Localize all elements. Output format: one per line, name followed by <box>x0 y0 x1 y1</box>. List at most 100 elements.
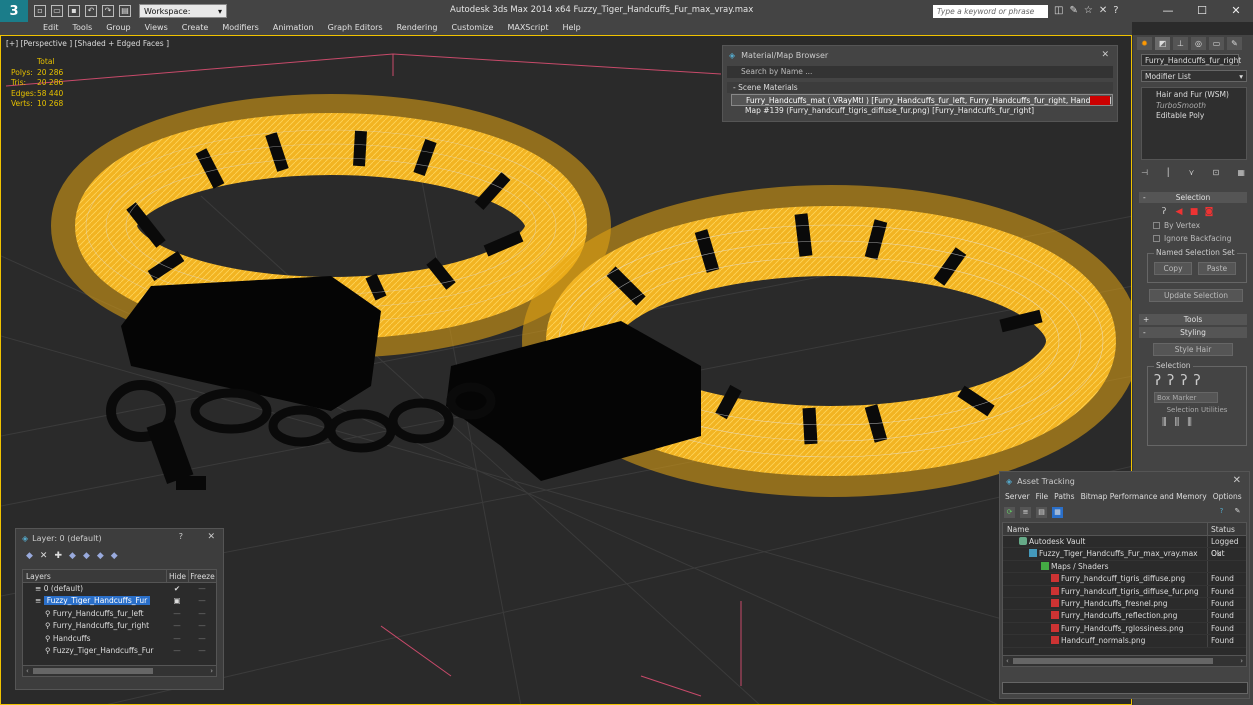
open-file-icon[interactable]: ▭ <box>51 5 63 17</box>
table-row[interactable]: Furry_Handcuffs_rglossiness.png Found <box>1003 622 1246 636</box>
star-icon[interactable]: ☆ <box>1084 5 1093 16</box>
make-unique-icon[interactable]: ⋎ <box>1188 168 1194 180</box>
close-icon[interactable]: ✕ <box>207 532 215 542</box>
select-objects-icon[interactable]: ◆ <box>83 551 90 561</box>
handle-icon[interactable]: ■ <box>1189 207 1199 217</box>
menu-edit[interactable]: Edit <box>36 22 66 35</box>
scroll-left-icon[interactable]: ‹ <box>26 666 29 676</box>
save-icon[interactable]: ▪ <box>68 5 80 17</box>
object-name-field[interactable]: Furry_Handcuffs_fur_right <box>1141 54 1241 66</box>
stack-item-editable-poly[interactable]: Editable Poly <box>1142 111 1246 122</box>
column-freeze[interactable]: Freeze <box>188 570 216 582</box>
hide-selected-icon[interactable]: ⫼ <box>1162 417 1167 428</box>
table-row[interactable]: ⚲ Furry_Handcuffs_fur_left — — <box>23 608 216 620</box>
table-row[interactable]: ≡ Fuzzy_Tiger_Handcuffs_Fur ▣ — <box>23 595 216 607</box>
ignore-backfacing-option[interactable]: Ignore Backfacing <box>1153 234 1253 243</box>
search-input[interactable]: Type a keyword or phrase <box>933 5 1048 18</box>
table-view-icon[interactable]: ▤ <box>1036 506 1047 518</box>
utilities-tab-icon[interactable]: ✎ <box>1227 37 1242 50</box>
project-icon[interactable]: ▤ <box>119 5 131 17</box>
select-layer-icon[interactable]: ◆ <box>26 551 33 561</box>
app-logo-icon[interactable]: 3 <box>0 0 28 22</box>
stack-item-turbosmooth[interactable]: TurboSmooth <box>1142 101 1246 112</box>
select-hair-4-icon[interactable]: ʔ <box>1193 373 1200 389</box>
hide-toggle[interactable]: — <box>166 633 188 645</box>
motion-tab-icon[interactable]: ◎ <box>1191 37 1206 50</box>
table-row[interactable]: Furry_Handcuffs_fresnel.png Found <box>1003 597 1246 611</box>
help-icon[interactable]: ? <box>179 532 183 541</box>
update-selection-button[interactable]: Update Selection <box>1149 289 1243 302</box>
copy-button[interactable]: Copy <box>1154 262 1192 275</box>
modify-tab-icon[interactable]: ◩ <box>1155 37 1170 50</box>
remove-modifier-icon[interactable]: ⊡ <box>1213 168 1220 180</box>
material-item[interactable]: Furry_Handcuffs_mat ( VRayMtl ) [Furry_H… <box>731 94 1113 106</box>
menu-paths[interactable]: Paths <box>1051 490 1077 504</box>
scroll-thumb[interactable] <box>1013 658 1213 664</box>
table-row[interactable]: Autodesk Vault Logged Out <box>1003 536 1246 558</box>
scroll-thumb[interactable] <box>33 668 153 674</box>
refresh-icon[interactable]: ⟳ <box>1004 506 1015 518</box>
strand-icon[interactable]: ◙ <box>1204 207 1214 217</box>
hide-toggle[interactable]: ▣ <box>166 595 188 607</box>
grow-selection-icon[interactable]: ⫼ <box>1187 417 1192 428</box>
table-row[interactable]: Fuzzy_Tiger_Handcuffs_Fur_max_vray.max O… <box>1003 548 1246 561</box>
table-row[interactable]: Furry_Handcuffs_reflection.png Found <box>1003 610 1246 623</box>
menu-group[interactable]: Group <box>99 22 137 35</box>
scroll-right-icon[interactable]: › <box>210 666 213 676</box>
menu-help[interactable]: Help <box>556 22 588 35</box>
table-row[interactable]: ⚲ Fuzzy_Tiger_Handcuffs_Fur — — <box>23 645 216 657</box>
freeze-toggle[interactable]: — <box>188 595 216 607</box>
menu-create[interactable]: Create <box>175 22 216 35</box>
styling-rollout[interactable]: - Styling <box>1139 327 1247 338</box>
material-search-input[interactable]: Search by Name ... <box>727 66 1113 78</box>
workspace-dropdown[interactable]: Workspace: Default ▾ <box>139 4 227 30</box>
hide-all-icon[interactable]: ◆ <box>111 551 118 561</box>
delete-layer-icon[interactable]: ✕ <box>40 551 48 561</box>
menu-options[interactable]: Options <box>1210 490 1245 504</box>
menu-modifiers[interactable]: Modifiers <box>215 22 266 35</box>
tools-icon[interactable]: ✎ <box>1069 5 1077 16</box>
freeze-toggle[interactable]: — <box>188 608 216 620</box>
freeze-toggle[interactable]: — <box>188 645 216 657</box>
column-status[interactable]: Status <box>1207 523 1246 535</box>
checkbox[interactable] <box>1153 222 1160 229</box>
asset-path-field[interactable] <box>1002 682 1248 694</box>
scroll-right-icon[interactable]: › <box>1240 656 1243 666</box>
column-hide[interactable]: Hide <box>166 570 188 582</box>
scroll-left-icon[interactable]: ‹ <box>1006 656 1009 666</box>
close-icon[interactable]: ✕ <box>1233 475 1241 486</box>
menu-rendering[interactable]: Rendering <box>390 22 445 35</box>
new-file-icon[interactable]: ▫ <box>34 5 46 17</box>
minimize-icon[interactable]: — <box>1151 0 1185 22</box>
exchange-icon[interactable]: ✕ <box>1099 5 1107 16</box>
style-hair-button[interactable]: Style Hair <box>1153 343 1233 356</box>
add-layer-icon[interactable]: ✚ <box>54 551 62 561</box>
pin-stack-icon[interactable]: ⊣ <box>1141 168 1148 180</box>
list-view-icon[interactable]: ≡ <box>1020 506 1031 518</box>
grid-view-icon[interactable]: ▦ <box>1052 506 1063 518</box>
scene-materials-section[interactable]: - Scene Materials <box>727 82 1113 93</box>
create-tab-icon[interactable]: ✹ <box>1137 37 1152 50</box>
show-end-result-icon[interactable]: ⎮ <box>1166 168 1170 180</box>
selection-rollout[interactable]: - Selection <box>1139 192 1247 203</box>
hide-toggle[interactable]: — <box>166 608 188 620</box>
highlight-layer-icon[interactable]: ◆ <box>97 551 104 561</box>
configure-sets-icon[interactable]: ▦ <box>1237 168 1245 180</box>
table-row[interactable]: ≡ 0 (default) ✔ — <box>23 583 216 595</box>
table-row[interactable]: ⚲ Handcuffs — — <box>23 633 216 645</box>
box-marker-dropdown[interactable]: Box Marker <box>1154 392 1218 403</box>
menu-maxscript[interactable]: MAXScript <box>500 22 555 35</box>
redo-icon[interactable]: ↷ <box>102 5 114 17</box>
table-row[interactable]: Maps / Shaders <box>1003 560 1246 574</box>
checkbox[interactable] <box>1153 235 1160 242</box>
add-selection-icon[interactable]: ◆ <box>69 551 76 561</box>
menu-tools[interactable]: Tools <box>66 22 100 35</box>
table-row[interactable]: Furry_handcuff_tigris_diffuse.png Found <box>1003 573 1246 586</box>
hide-toggle[interactable]: — <box>166 620 188 632</box>
menu-views[interactable]: Views <box>138 22 175 35</box>
menu-animation[interactable]: Animation <box>266 22 321 35</box>
layer-explorer-header[interactable]: ◈ Layer: 0 (default) ? ✕ <box>16 529 223 547</box>
select-hair-2-icon[interactable]: ʔ <box>1167 373 1174 389</box>
freeze-toggle[interactable]: — <box>188 620 216 632</box>
freeze-toggle[interactable]: — <box>188 583 216 595</box>
